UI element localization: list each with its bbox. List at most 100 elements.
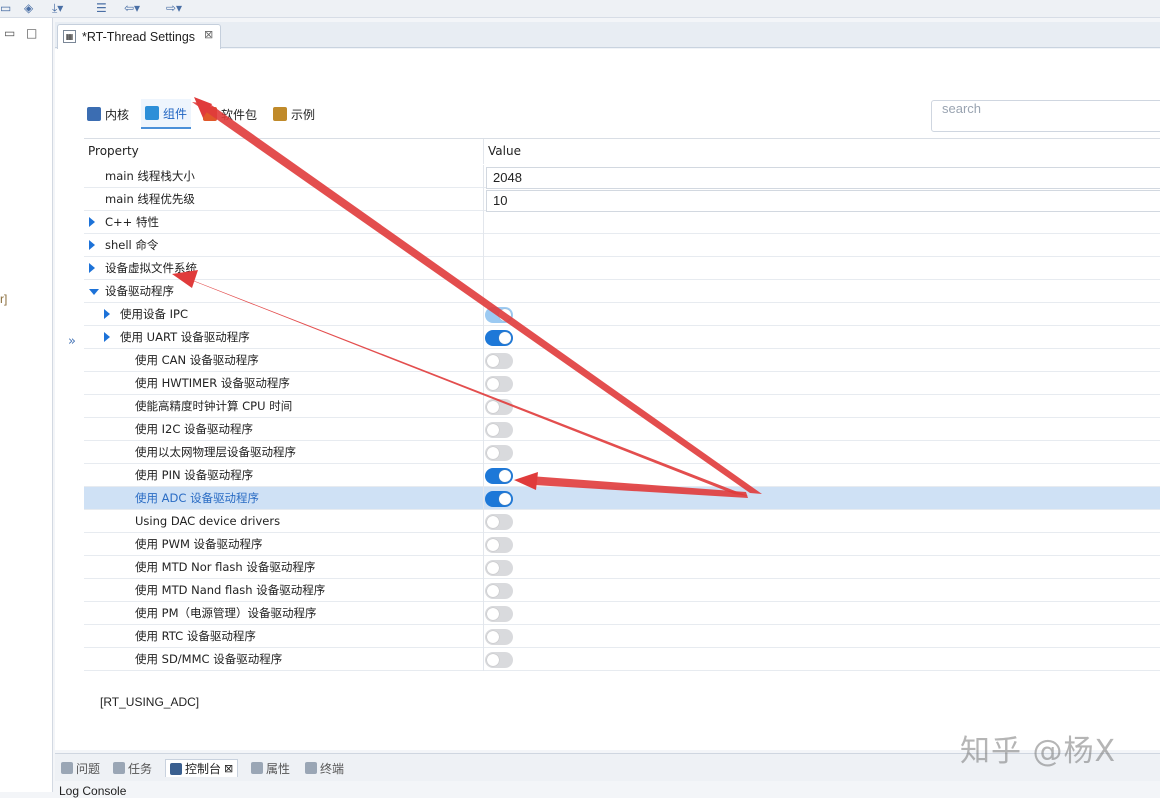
column-divider — [483, 625, 484, 648]
terminal-icon — [305, 762, 317, 774]
toggle-switch[interactable] — [485, 560, 513, 576]
expand-right-icon[interactable] — [89, 217, 95, 227]
property-label: 使用 HWTIMER 设备驱动程序 — [135, 376, 290, 390]
toggle-knob — [499, 309, 511, 321]
table-row[interactable]: 使用 MTD Nor flash 设备驱动程序 — [84, 556, 1160, 579]
property-label: 使用 MTD Nand flash 设备驱动程序 — [135, 583, 326, 597]
column-divider — [483, 533, 484, 556]
toggle-switch[interactable] — [485, 422, 513, 438]
property-label: 使用 ADC 设备驱动程序 — [135, 491, 260, 505]
table-row[interactable]: main 线程优先级 10 — [84, 188, 1160, 212]
view-tab-4[interactable]: 终端 — [305, 759, 344, 777]
table-row[interactable]: 使用以太网物理层设备驱动程序 — [84, 441, 1160, 464]
property-grid: Property Value main 线程栈大小 2048 main 线程优先级 1… — [84, 138, 1160, 704]
table-row[interactable]: 设备虚拟文件系统 — [84, 257, 1160, 280]
table-row[interactable]: Using DAC device drivers — [84, 510, 1160, 533]
close-icon[interactable]: ⊠ — [204, 28, 213, 41]
column-divider — [483, 303, 484, 326]
view-tab-1[interactable]: 任务 — [113, 759, 152, 777]
settings-editor: ▦ *RT-Thread Settings ⊠ 内核 组件 软件包 示例 search… — [55, 22, 1160, 750]
monitor-icon[interactable]: ▭ — [0, 1, 11, 16]
table-row[interactable]: shell 命令 — [84, 234, 1160, 257]
toggle-switch[interactable] — [485, 330, 513, 346]
table-icon — [87, 107, 101, 121]
tab-2[interactable]: 软件包 — [203, 99, 257, 129]
view-tab-label: 属性 — [266, 761, 291, 776]
tasks-icon — [113, 762, 125, 774]
column-divider — [483, 372, 484, 395]
toggle-switch[interactable] — [485, 468, 513, 484]
table-row[interactable]: 使用设备 IPC — [84, 303, 1160, 326]
toggle-switch[interactable] — [485, 353, 513, 369]
view-tab-label: 任务 — [128, 761, 153, 776]
property-label: 使用 UART 设备驱动程序 — [120, 330, 250, 344]
tab-0[interactable]: 内核 — [87, 99, 129, 129]
toggle-switch[interactable] — [485, 514, 513, 530]
toggle-switch[interactable] — [485, 652, 513, 668]
packages-icon — [203, 107, 217, 121]
table-row[interactable]: 使用 SD/MMC 设备驱动程序 — [84, 648, 1160, 671]
expand-right-icon[interactable] — [89, 240, 95, 250]
search-input[interactable]: search — [931, 100, 1160, 132]
view-tab-label: 控制台 — [185, 762, 222, 776]
toggle-switch[interactable] — [485, 445, 513, 461]
collapse-panel-icon[interactable]: » — [62, 332, 82, 352]
tab-label: 软件包 — [221, 107, 258, 122]
column-divider — [483, 464, 484, 487]
tag-icon[interactable]: ◈ — [24, 1, 33, 16]
table-row[interactable]: 使用 UART 设备驱动程序 — [84, 326, 1160, 349]
expand-down-icon[interactable] — [89, 289, 99, 295]
table-row[interactable]: 使用 RTC 设备驱动程序 — [84, 625, 1160, 648]
table-row[interactable]: 设备驱动程序 — [84, 280, 1160, 303]
table-row[interactable]: 使能高精度时钟计算 CPU 时间 — [84, 395, 1160, 418]
value-field[interactable]: 2048 — [486, 167, 1160, 189]
expand-right-icon[interactable] — [89, 263, 95, 273]
table-row[interactable]: 使用 HWTIMER 设备驱动程序 — [84, 372, 1160, 395]
table-row[interactable]: 使用 ADC 设备驱动程序 — [84, 487, 1160, 510]
toggle-switch[interactable] — [485, 399, 513, 415]
layers-icon[interactable]: ☰ — [96, 1, 107, 16]
column-divider — [483, 211, 484, 234]
editor-tab[interactable]: ▦ *RT-Thread Settings ⊠ — [57, 24, 221, 49]
view-tab-0[interactable]: 问题 — [61, 759, 100, 777]
tab-1[interactable]: 组件 — [141, 99, 192, 129]
forward-icon[interactable]: ⇨▾ — [166, 1, 182, 16]
close-icon[interactable]: ⊠ — [224, 762, 233, 775]
toggle-switch[interactable] — [485, 307, 513, 323]
minimize-icon[interactable]: ▭ — [4, 26, 15, 40]
expand-right-icon[interactable] — [104, 309, 110, 319]
maximize-icon[interactable]: □ — [26, 26, 37, 40]
tab-label: 示例 — [291, 107, 316, 122]
table-row[interactable]: 使用 MTD Nand flash 设备驱动程序 — [84, 579, 1160, 602]
table-row[interactable]: 使用 PWM 设备驱动程序 — [84, 533, 1160, 556]
column-divider — [483, 418, 484, 441]
property-label: C++ 特性 — [105, 215, 159, 229]
table-row[interactable]: C++ 特性 — [84, 211, 1160, 234]
view-tab-2[interactable]: 控制台 ⊠ — [165, 759, 239, 777]
property-label: 使用 SD/MMC 设备驱动程序 — [135, 652, 283, 666]
back-icon[interactable]: ⇦▾ — [124, 1, 140, 16]
expand-right-icon[interactable] — [104, 332, 110, 342]
table-row[interactable]: 使用 PM（电源管理）设备驱动程序 — [84, 602, 1160, 625]
toggle-switch[interactable] — [485, 537, 513, 553]
download-icon[interactable]: ⤓▾ — [52, 1, 63, 16]
table-row[interactable]: 使用 I2C 设备驱动程序 — [84, 418, 1160, 441]
property-label: Using DAC device drivers — [135, 514, 281, 528]
toggle-switch[interactable] — [485, 606, 513, 622]
view-tab-3[interactable]: 属性 — [251, 759, 290, 777]
toggle-knob — [487, 401, 499, 413]
editor-tabbar: ▦ *RT-Thread Settings ⊠ — [55, 22, 1160, 49]
table-row[interactable]: 使用 PIN 设备驱动程序 — [84, 464, 1160, 487]
toggle-switch[interactable] — [485, 376, 513, 392]
property-label: 使用 CAN 设备驱动程序 — [135, 353, 259, 367]
table-row[interactable]: main 线程栈大小 2048 — [84, 165, 1160, 189]
toggle-switch[interactable] — [485, 583, 513, 599]
tab-3[interactable]: 示例 — [273, 99, 315, 129]
toggle-knob — [499, 470, 511, 482]
settings-file-icon: ▦ — [63, 30, 76, 43]
toggle-switch[interactable] — [485, 629, 513, 645]
toggle-switch[interactable] — [485, 491, 513, 507]
value-field[interactable]: 10 — [486, 190, 1160, 212]
table-row[interactable]: 使用 CAN 设备驱动程序 — [84, 349, 1160, 372]
tab-label: 组件 — [163, 106, 188, 121]
